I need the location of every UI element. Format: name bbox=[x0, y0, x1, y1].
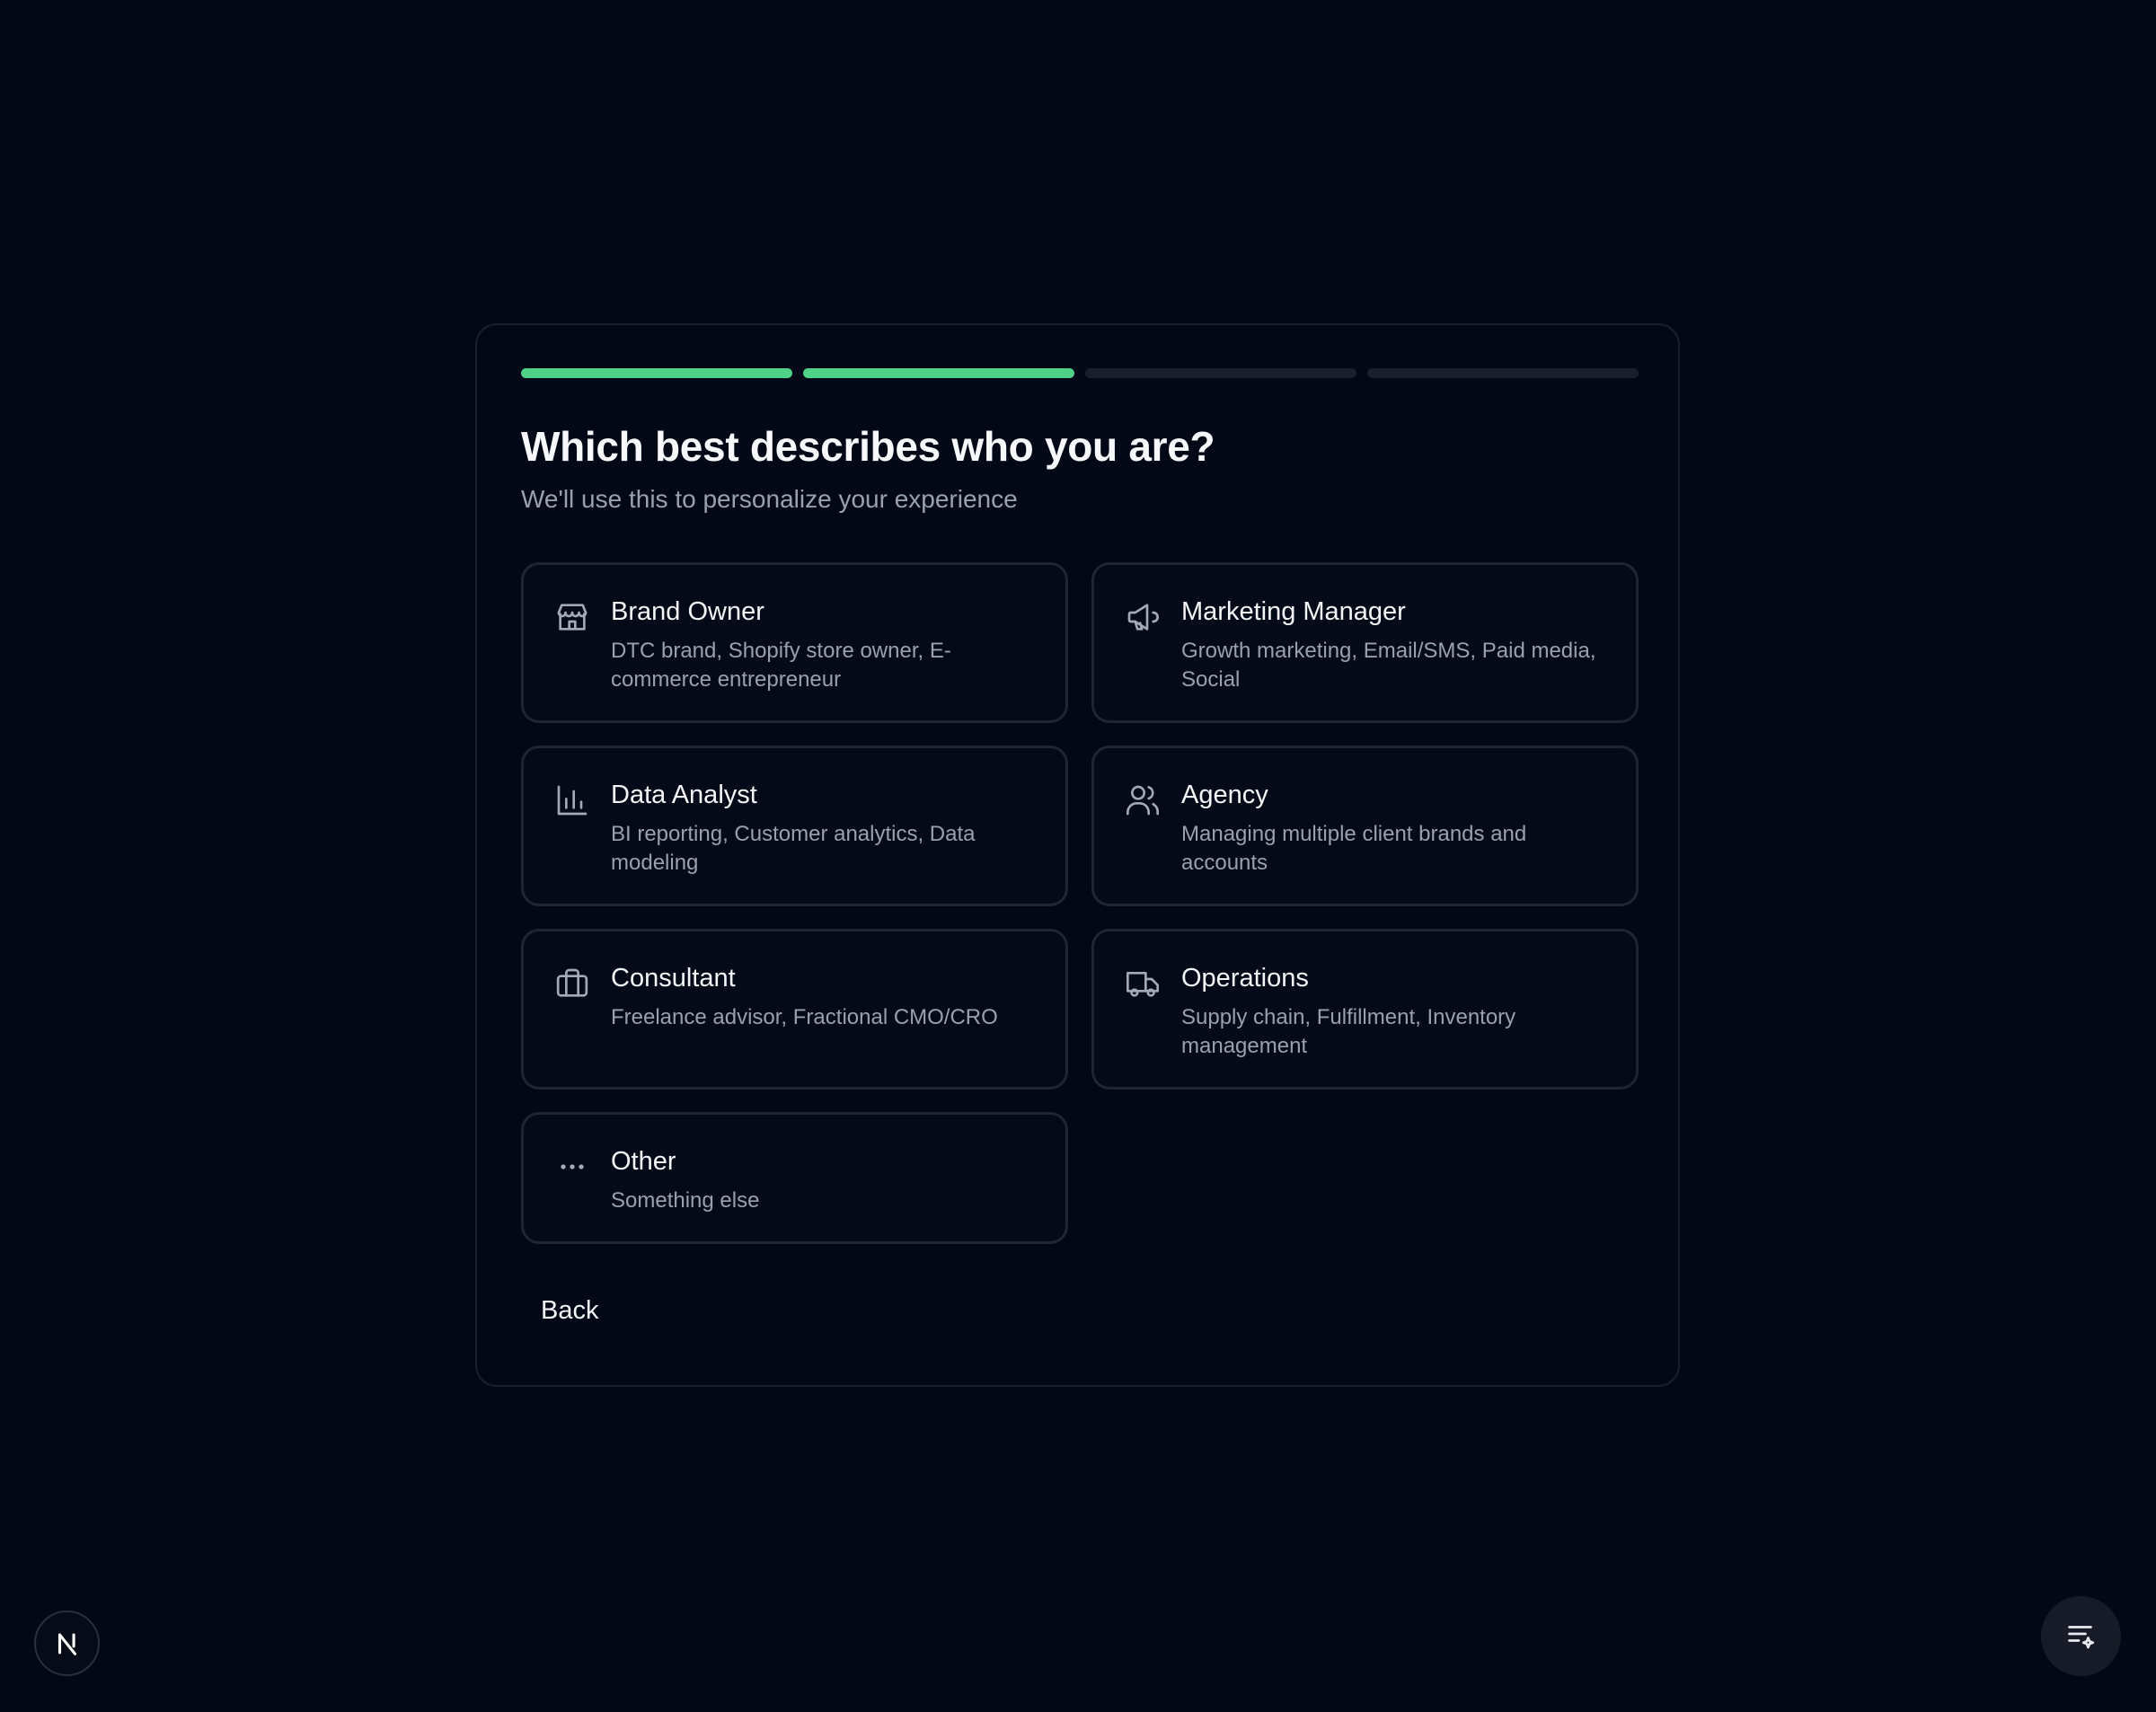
option-description: DTC brand, Shopify store owner, E-commer… bbox=[611, 639, 951, 692]
progress-step-4 bbox=[1367, 368, 1639, 378]
back-button[interactable]: Back bbox=[521, 1286, 618, 1335]
option-description: Freelance advisor, Fractional CMO/CRO bbox=[611, 1005, 998, 1029]
option-label: Consultant bbox=[611, 964, 736, 993]
page-subtitle: We'll use this to personalize your exper… bbox=[521, 485, 1018, 513]
store-icon bbox=[554, 599, 590, 635]
step-progress bbox=[521, 368, 1639, 378]
option-label: Brand Owner bbox=[611, 597, 764, 626]
option-agency[interactable]: Agency Managing multiple client brands a… bbox=[1091, 746, 1639, 906]
option-description: BI reporting, Customer analytics, Data m… bbox=[611, 822, 976, 875]
list-sparkle-icon[interactable] bbox=[2041, 1596, 2121, 1676]
progress-step-3 bbox=[1085, 368, 1356, 378]
page-title: Which best describes who you are? bbox=[521, 423, 1215, 470]
option-description: Growth marketing, Email/SMS, Paid media,… bbox=[1181, 639, 1596, 692]
onboarding-page: Which best describes who you are? We'll … bbox=[0, 0, 2156, 1712]
option-description: Supply chain, Fulfillment, Inventory man… bbox=[1181, 1005, 1516, 1058]
option-label: Other bbox=[611, 1147, 676, 1176]
option-label: Data Analyst bbox=[611, 781, 757, 809]
option-description: Managing multiple client brands and acco… bbox=[1181, 822, 1527, 875]
option-consultant[interactable]: Consultant Freelance advisor, Fractional… bbox=[521, 929, 1068, 1090]
nextjs-logo-icon[interactable] bbox=[34, 1611, 100, 1676]
option-label: Operations bbox=[1181, 964, 1309, 993]
option-other[interactable]: Other Something else bbox=[521, 1112, 1068, 1244]
role-options-grid: Brand Owner DTC brand, Shopify store own… bbox=[521, 562, 1639, 1273]
option-description: Something else bbox=[611, 1188, 760, 1213]
option-data-analyst[interactable]: Data Analyst BI reporting, Customer anal… bbox=[521, 746, 1068, 906]
more-horizontal-icon bbox=[554, 1149, 590, 1185]
truck-icon bbox=[1125, 966, 1161, 1002]
briefcase-icon bbox=[554, 966, 590, 1002]
users-icon bbox=[1125, 782, 1161, 818]
bar-chart-icon bbox=[554, 782, 590, 818]
option-operations[interactable]: Operations Supply chain, Fulfillment, In… bbox=[1091, 929, 1639, 1090]
progress-step-2 bbox=[803, 368, 1074, 378]
onboarding-card: Which best describes who you are? We'll … bbox=[475, 323, 1680, 1387]
option-label: Marketing Manager bbox=[1181, 597, 1406, 626]
option-marketing-manager[interactable]: Marketing Manager Growth marketing, Emai… bbox=[1091, 562, 1639, 723]
progress-step-1 bbox=[521, 368, 792, 378]
option-brand-owner[interactable]: Brand Owner DTC brand, Shopify store own… bbox=[521, 562, 1068, 723]
megaphone-icon bbox=[1125, 599, 1161, 635]
option-label: Agency bbox=[1181, 781, 1268, 809]
